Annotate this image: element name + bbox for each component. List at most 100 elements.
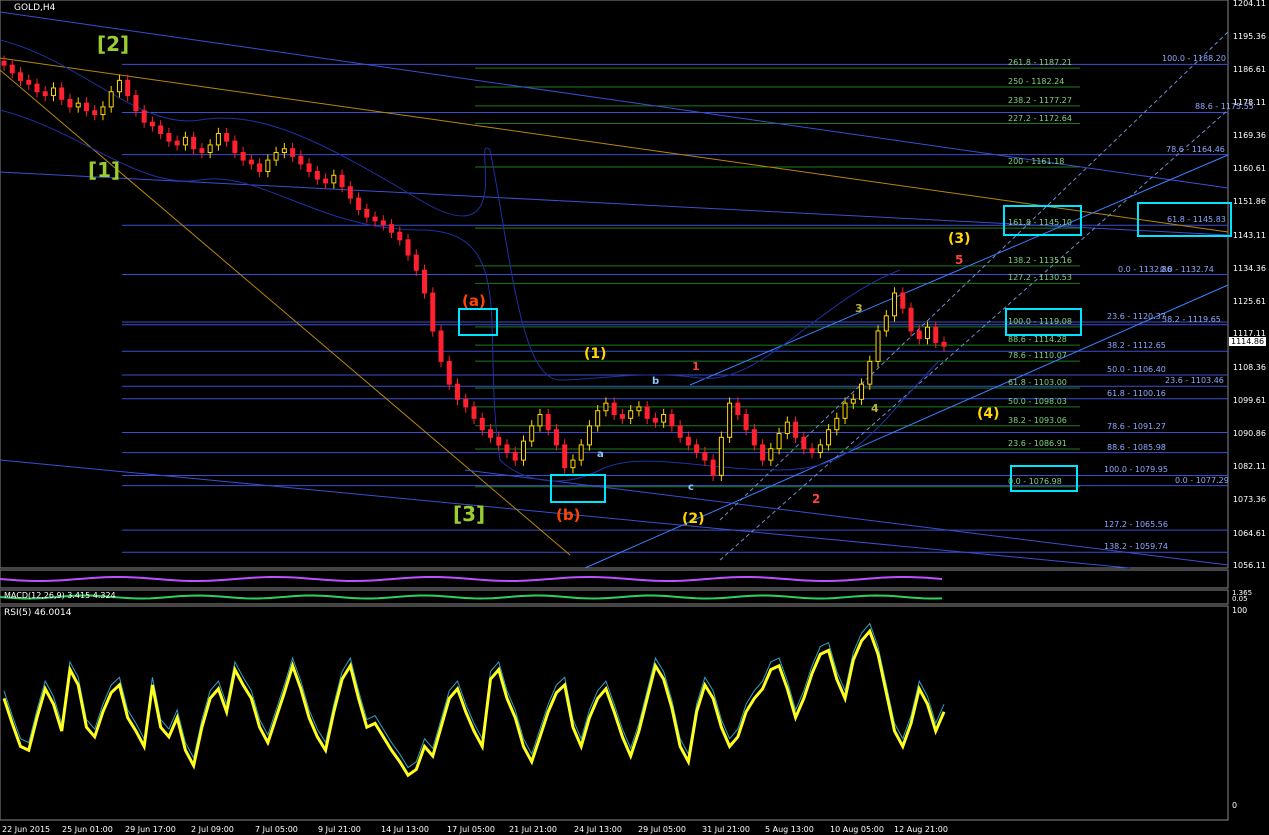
candle-body [191, 136, 197, 150]
price-tick: 1134.36 [1232, 263, 1266, 273]
date-tick: 12 Aug 21:00 [894, 825, 948, 834]
wave-label: a [597, 449, 604, 460]
candle-body [595, 410, 601, 427]
price-tick: 1064.61 [1232, 528, 1266, 538]
fib-blue-label: 23.6 - 1120.37 [1107, 311, 1166, 321]
candle-body [17, 72, 23, 81]
candle-body [75, 102, 81, 108]
candle-body [199, 148, 205, 154]
price-tick: 1143.11 [1232, 230, 1266, 240]
fib-green-label: 261.8 - 1187.21 [1008, 58, 1072, 68]
candle-body [125, 79, 131, 97]
wave-label: b [652, 376, 660, 387]
candle-body [248, 159, 254, 165]
fib-blue-label: 0.0 - 1077.29 [1175, 475, 1229, 485]
candle-body [232, 140, 238, 154]
date-tick: 25 Jun 01:00 [62, 825, 113, 834]
rsi-label: RSI(5) 46.0014 [4, 608, 72, 618]
candle-body [397, 231, 403, 241]
fib-green-label: 227.2 - 1172.64 [1008, 113, 1072, 123]
date-tick: 5 Aug 13:00 [765, 825, 814, 834]
candle-body [504, 444, 510, 453]
candle-body [174, 140, 180, 146]
fib-blue-label: 38.2 - 1112.65 [1107, 341, 1166, 351]
candle-body [26, 79, 32, 85]
price-tick: 1108.36 [1232, 362, 1266, 372]
candle-body [34, 83, 40, 93]
candle-body [215, 133, 221, 146]
date-tick: 22 Jun 2015 [2, 825, 51, 834]
candle-body [92, 110, 98, 116]
fib-green-label: 250 - 1182.24 [1008, 77, 1065, 87]
candle-body [141, 110, 147, 123]
candle-body [562, 444, 568, 469]
candle-body [776, 433, 782, 450]
candle-body [356, 197, 362, 210]
chart-canvas[interactable] [0, 0, 1269, 835]
candle-body [603, 402, 609, 412]
date-tick: 10 Aug 05:00 [830, 825, 884, 834]
candle-body [380, 220, 386, 226]
candle-body [512, 451, 518, 461]
candle-body [59, 87, 65, 100]
fib-green-label: 61.8 - 1103.00 [1008, 377, 1067, 387]
candle-body [652, 417, 658, 423]
rsi-axis-100: 100 [1232, 606, 1248, 615]
candle-body [9, 64, 15, 74]
candle-body [273, 152, 279, 161]
candle-body [149, 121, 155, 127]
wave-label: (1) [584, 346, 607, 362]
candle-body [537, 414, 543, 427]
wave-label: (3) [948, 231, 971, 247]
fib-green-label: 38.2 - 1093.06 [1008, 415, 1067, 425]
candle-body [158, 125, 164, 135]
fib-blue-label: 88.6 - 1085.98 [1107, 442, 1166, 452]
candle-body [339, 174, 345, 188]
candle-body [240, 152, 246, 161]
date-tick: 31 Jul 21:00 [702, 825, 750, 834]
candle-body [685, 436, 691, 446]
candle-body [875, 330, 881, 362]
date-tick: 2 Jul 09:00 [191, 825, 234, 834]
candle-body [925, 326, 931, 340]
candle-body [290, 148, 296, 157]
rsi-axis-0: 0 [1232, 801, 1238, 810]
candle-body [826, 429, 832, 446]
candle-body [463, 398, 469, 408]
candle-body [570, 459, 576, 469]
candle-body [900, 292, 906, 309]
candle-body [817, 444, 823, 453]
price-tick: 1169.36 [1232, 130, 1266, 140]
candle-body [578, 444, 584, 461]
candle-body [413, 254, 419, 271]
candle-body [644, 406, 650, 419]
candle-body [586, 425, 592, 446]
candle-body [727, 402, 733, 438]
fib-green-label: 127.2 - 1130.53 [1008, 273, 1072, 283]
candle-body [455, 383, 461, 400]
candle-body [793, 421, 799, 438]
candle-body [405, 239, 411, 256]
candle-body [496, 436, 502, 446]
fib-green-label: 200 - 1161.18 [1008, 157, 1065, 167]
fib-blue-label: 38.2 - 1119.65 [1162, 314, 1221, 324]
wave-label: 3 [855, 302, 863, 315]
wave-label: (a) [462, 292, 486, 310]
candle-body [347, 186, 353, 199]
candle-body [83, 102, 89, 112]
wave-label: (b) [556, 506, 581, 524]
candle-body [619, 414, 625, 419]
date-tick: 9 Jul 21:00 [318, 825, 361, 834]
candle-body [850, 398, 856, 404]
fib-green-label: 23.6 - 1086.91 [1008, 439, 1067, 449]
candle-body [479, 417, 485, 431]
wave-label: (2) [682, 511, 705, 527]
candle-body [702, 451, 708, 461]
price-tick: 1099.61 [1232, 395, 1266, 405]
wave-label: 4 [871, 402, 879, 415]
price-tick: 1195.36 [1232, 32, 1266, 42]
price-tick: 1204.11 [1232, 0, 1266, 8]
fib-green-label: 0.0 - 1076.98 [1008, 476, 1062, 486]
candle-body [1, 60, 7, 66]
candle-body [694, 444, 700, 453]
